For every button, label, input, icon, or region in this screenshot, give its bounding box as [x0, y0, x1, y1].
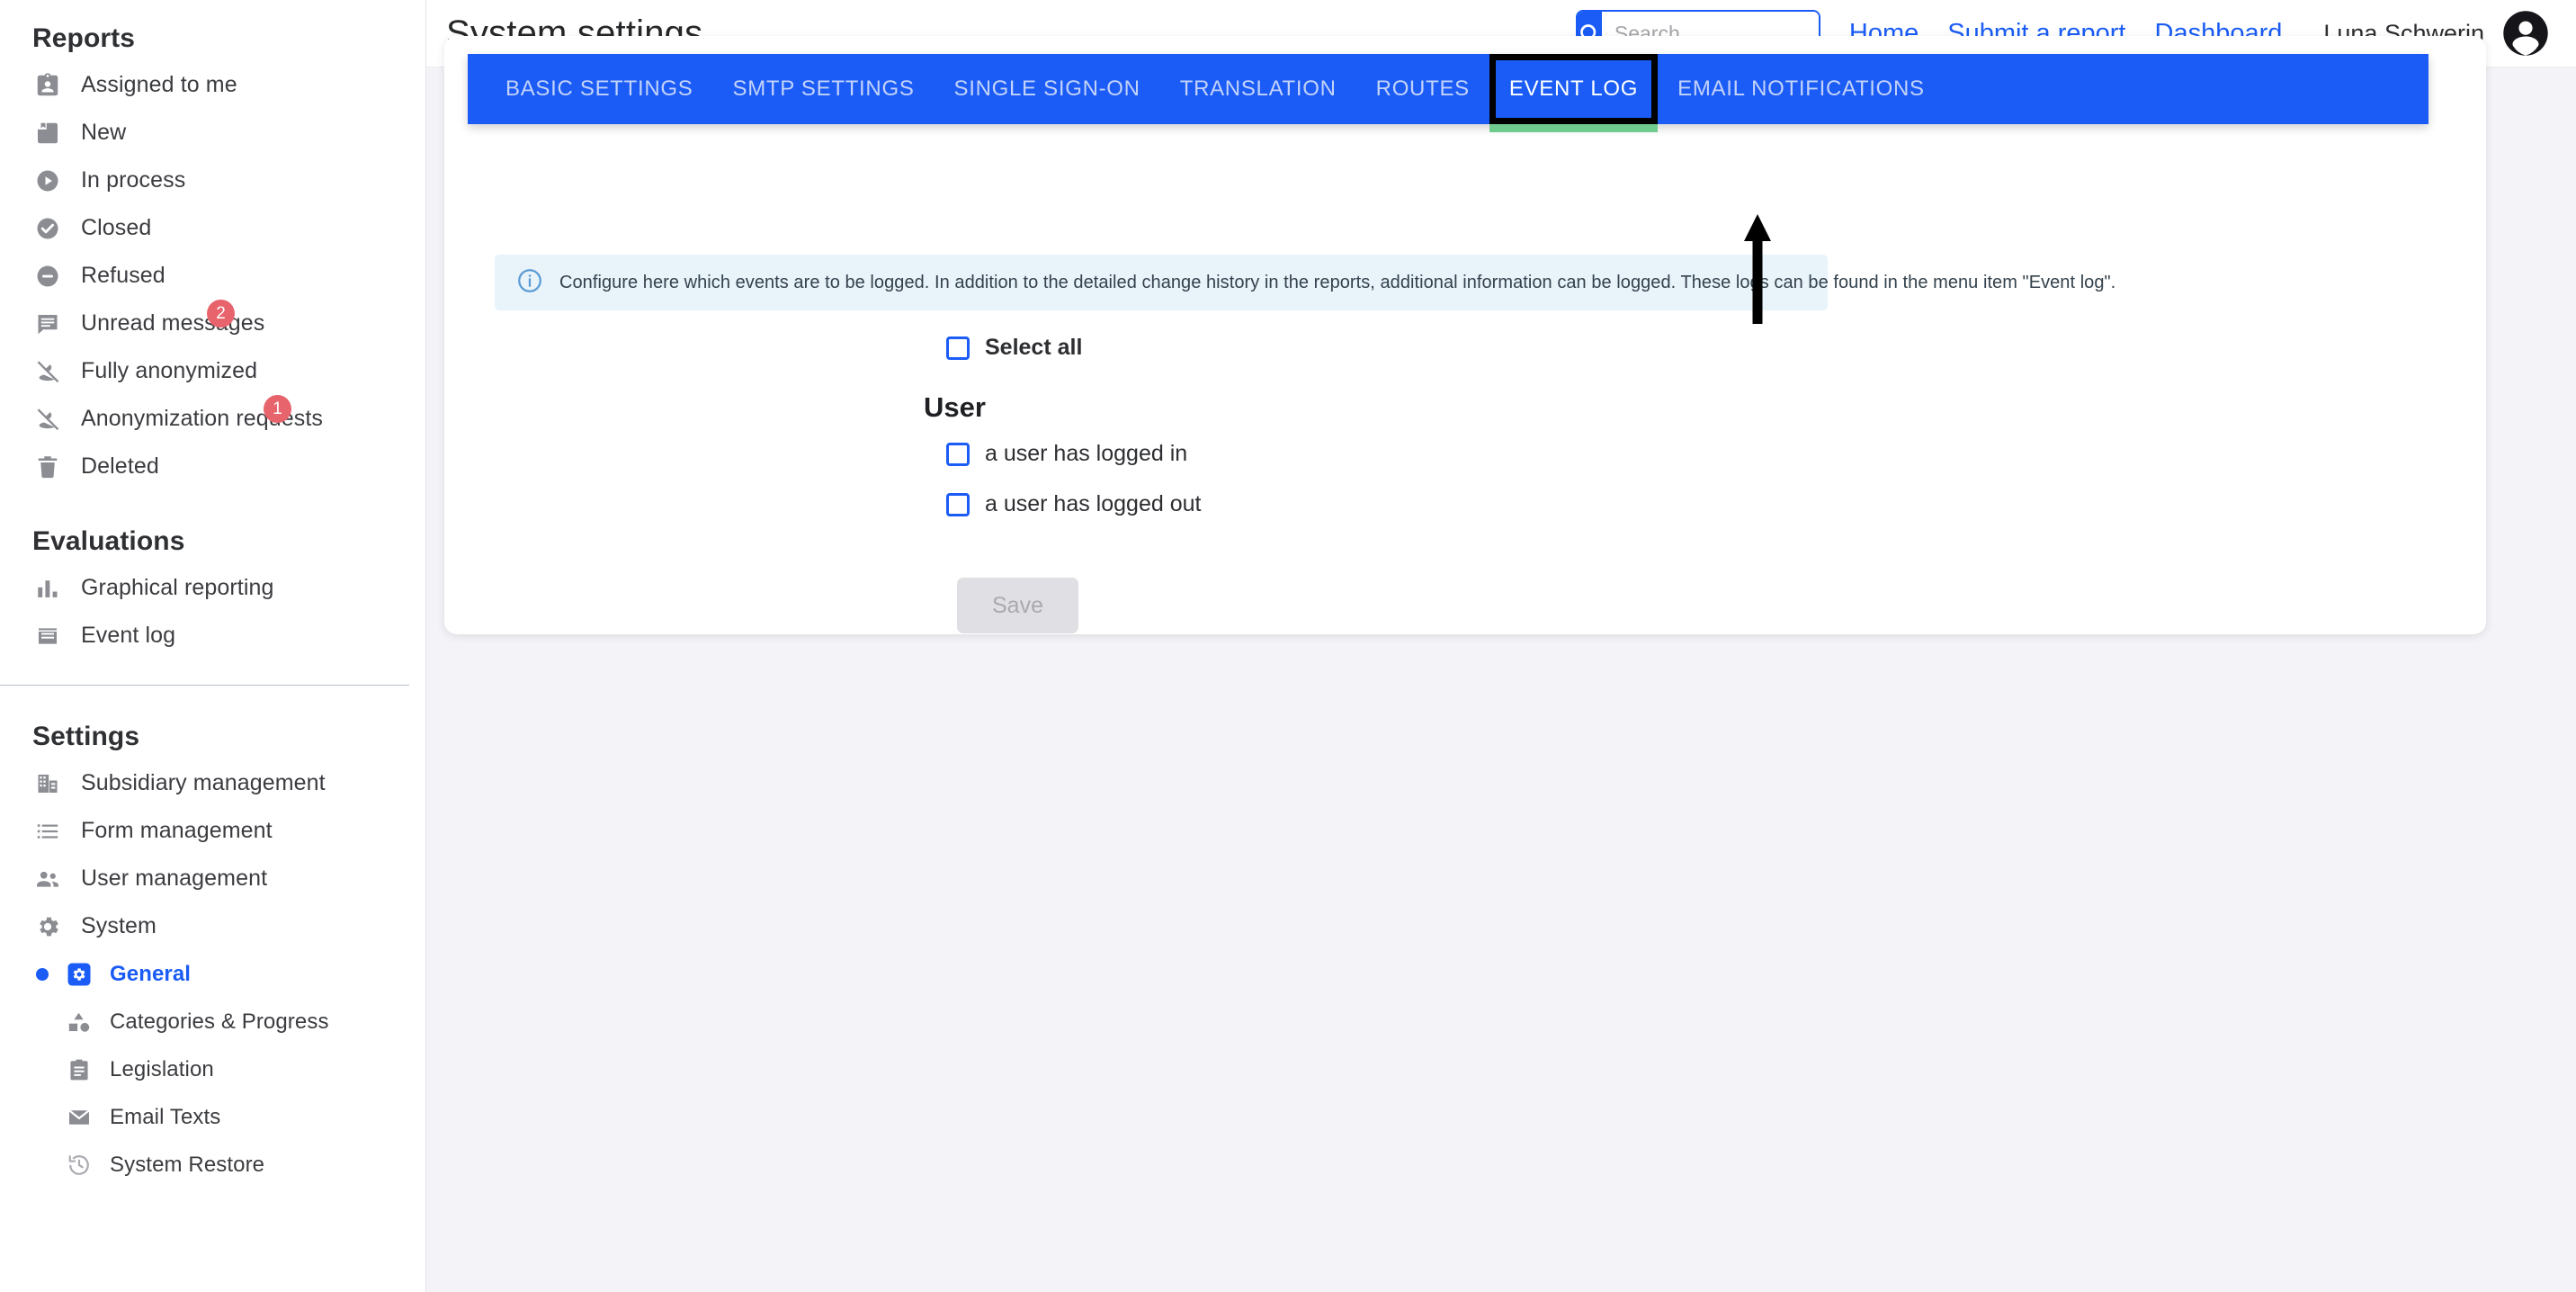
badge-person-icon	[32, 70, 63, 101]
sidebar-item-anonymization-requests[interactable]: Anonymization requests 1	[0, 395, 425, 443]
log-list-icon	[32, 621, 63, 651]
tab-smtp-settings[interactable]: SMTP SETTINGS	[713, 54, 935, 124]
sidebar-item-label: Closed	[81, 215, 152, 240]
sidebar-item-label: Unread messages	[81, 310, 265, 336]
option-row-user-logged-in[interactable]: a user has logged in	[946, 441, 1187, 467]
sidebar-item-label: System	[81, 913, 157, 938]
history-restore-icon	[65, 1151, 94, 1180]
select-all-row[interactable]: Select all	[946, 335, 1082, 361]
sidebar-item-label: Legislation	[110, 1056, 214, 1081]
envelope-icon	[65, 1103, 94, 1132]
group-title-user: User	[924, 391, 986, 423]
sidebar-item-label: Email Texts	[110, 1104, 221, 1129]
inbox-tray-icon	[32, 118, 63, 148]
active-indicator-dot	[36, 967, 49, 981]
sidebar-item-label: Form management	[81, 818, 273, 843]
clipboard-icon	[65, 1055, 94, 1084]
sidebar-item-legislation[interactable]: Legislation	[0, 1045, 425, 1093]
gear-icon	[32, 911, 63, 942]
check-circle-icon	[32, 213, 63, 244]
sidebar-item-new[interactable]: New	[0, 109, 425, 157]
main-area: System settings Home Submit a report Das…	[426, 0, 2576, 1292]
list-icon	[32, 816, 63, 847]
sidebar-item-subsidiary-management[interactable]: Subsidiary management	[0, 759, 425, 807]
sidebar-item-label: System Restore	[110, 1152, 265, 1177]
select-all-checkbox[interactable]	[946, 336, 970, 360]
person-off-icon	[32, 404, 63, 435]
bar-chart-icon	[32, 573, 63, 604]
tab-bar: BASIC SETTINGS SMTP SETTINGS SINGLE SIGN…	[468, 54, 2428, 132]
building-icon	[32, 768, 63, 799]
sidebar-item-event-log[interactable]: Event log	[0, 612, 425, 659]
minus-circle-icon	[32, 261, 63, 292]
sidebar-item-refused[interactable]: Refused	[0, 252, 425, 300]
tab-routes[interactable]: ROUTES	[1356, 54, 1489, 124]
sidebar-section-title-settings: Settings	[32, 722, 140, 751]
trash-icon	[32, 452, 63, 482]
sidebar-item-label: Event log	[81, 623, 176, 648]
sidebar-item-categories-and-progress[interactable]: Categories & Progress	[0, 998, 425, 1045]
sidebar-item-label: Refused	[81, 263, 165, 288]
option-label: a user has logged out	[985, 491, 1202, 516]
select-all-label: Select all	[985, 335, 1083, 360]
sidebar-item-in-process[interactable]: In process	[0, 157, 425, 204]
sidebar-item-general[interactable]: General	[0, 950, 425, 998]
tab-event-log[interactable]: EVENT LOG	[1489, 54, 1659, 132]
sidebar-section-title-evaluations: Evaluations	[32, 526, 185, 556]
settings-card	[444, 36, 2486, 634]
person-off-icon	[32, 356, 63, 387]
tab-basic-settings[interactable]: BASIC SETTINGS	[486, 54, 713, 124]
sidebar-item-form-management[interactable]: Form management	[0, 807, 425, 855]
sidebar-item-label: General	[110, 961, 192, 986]
info-circle-icon	[516, 267, 543, 299]
info-banner: Configure here which events are to be lo…	[495, 255, 2115, 310]
tab-single-sign-on[interactable]: SINGLE SIGN-ON	[935, 54, 1160, 124]
checkbox-user-has-logged-out[interactable]	[946, 492, 970, 516]
sidebar-section-title-reports: Reports	[32, 23, 136, 53]
sidebar-item-fully-anonymized[interactable]: Fully anonymized	[0, 347, 425, 395]
sidebar-item-closed[interactable]: Closed	[0, 204, 425, 252]
save-button[interactable]: Save	[957, 578, 1078, 633]
shapes-icon	[65, 1008, 94, 1036]
info-banner-text: Configure here which events are to be lo…	[559, 272, 2116, 292]
annotation-arrow-up-icon	[1742, 214, 1773, 324]
sidebar-item-deleted[interactable]: Deleted	[0, 443, 425, 490]
tab-email-notifications[interactable]: EMAIL NOTIFICATIONS	[1658, 54, 1945, 124]
checkbox-user-has-logged-in[interactable]	[946, 442, 970, 466]
tab-translation[interactable]: TRANSLATION	[1160, 54, 1356, 124]
sidebar-item-label: User management	[81, 866, 268, 891]
sidebar-item-graphical-reporting[interactable]: Graphical reporting	[0, 564, 425, 612]
sidebar-item-label: Categories & Progress	[110, 1009, 329, 1034]
sidebar-item-label: Graphical reporting	[81, 575, 274, 600]
status-badge: 2	[207, 300, 235, 327]
sidebar-item-label: Deleted	[81, 453, 159, 479]
sidebar-item-unread-messages[interactable]: Unread messages 2	[0, 300, 425, 347]
sidebar-item-label: Assigned to me	[81, 72, 237, 97]
sidebar-item-label: Subsidiary management	[81, 770, 326, 795]
chat-bubble-icon	[32, 309, 63, 339]
sidebar: Reports Assigned to me New In process Cl…	[0, 0, 426, 1292]
people-icon	[32, 864, 63, 894]
sidebar-item-assigned-to-me[interactable]: Assigned to me	[0, 61, 425, 109]
play-circle-icon	[32, 166, 63, 196]
sidebar-item-email-texts[interactable]: Email Texts	[0, 1093, 425, 1141]
sidebar-item-user-management[interactable]: User management	[0, 855, 425, 902]
option-label: a user has logged in	[985, 441, 1188, 466]
user-avatar-icon[interactable]	[2502, 10, 2549, 57]
sidebar-item-label: Fully anonymized	[81, 358, 258, 383]
sidebar-item-label: In process	[81, 167, 186, 193]
sidebar-bottom-fade	[0, 1193, 425, 1292]
sidebar-item-system[interactable]: System	[0, 902, 425, 950]
option-row-user-logged-out[interactable]: a user has logged out	[946, 491, 1201, 517]
sidebar-item-label: New	[81, 120, 127, 145]
sidebar-scroll-area[interactable]: Reports Assigned to me New In process Cl…	[0, 0, 425, 1189]
status-badge: 1	[264, 395, 291, 423]
gear-square-icon	[65, 960, 94, 989]
sidebar-item-system-restore[interactable]: System Restore	[0, 1141, 425, 1189]
